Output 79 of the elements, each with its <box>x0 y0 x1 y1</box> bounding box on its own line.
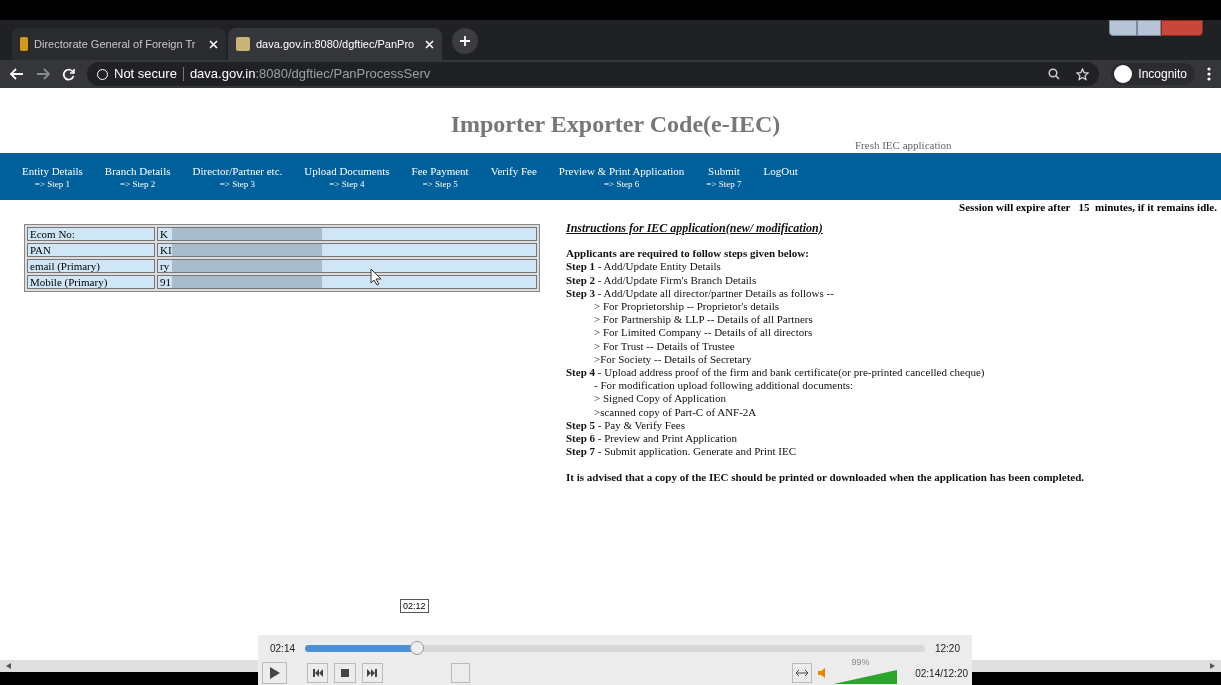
scroll-left-icon[interactable] <box>6 663 11 669</box>
nav-link[interactable]: Upload Documents => Step 4 <box>304 165 390 191</box>
back-arrow-icon[interactable] <box>10 68 24 80</box>
session-notice: Session will expire after 15 minutes, if it remains idle. <box>959 200 1217 214</box>
field-label: Mobile (Primary) <box>27 275 155 289</box>
instruction-step: Step 5 - Pay & Verify Fees <box>566 418 1085 433</box>
nav-link[interactable]: Branch Details => Step 2 <box>104 165 171 191</box>
forward-arrow-icon[interactable] <box>36 68 50 80</box>
previous-button[interactable] <box>307 663 329 683</box>
url-text: dava.gov.in:8080/dgftiec/PanProcessServ <box>189 65 431 84</box>
tab-title: dava.gov.in:8080/dgftiec/PanPro <box>256 36 416 52</box>
field-label: PAN <box>27 243 155 257</box>
reload-icon[interactable] <box>62 67 75 81</box>
instruction-detail: - For modification upload following additional documents: <box>593 379 855 393</box>
instruction-step: Step 7 - Submit application. Generate and Print IEC <box>566 445 1085 459</box>
page-title: Importer Exporter Code(e-IEC) <box>449 110 782 138</box>
instruction-detail: > For Partnership & LLP -- Details of all Partners <box>593 313 814 327</box>
seek-track[interactable] <box>305 644 925 652</box>
instruction-detail: > For Limited Company -- Details of all directors <box>593 326 814 340</box>
star-icon[interactable] <box>1076 67 1090 81</box>
nav-link[interactable]: LogOut <box>763 165 798 178</box>
advice-note: It is advised that a copy of the IEC should be printed or downloaded when the application has been completed. <box>566 471 1085 485</box>
search-icon[interactable] <box>1048 68 1061 80</box>
instructions-intro: Applicants are required to follow steps given below: <box>566 247 810 261</box>
play-icon <box>269 667 280 679</box>
field-label: Ecom No: <box>27 227 155 241</box>
instruction-detail: >For Society -- Details of Secretary <box>593 352 753 367</box>
instruction-step: Step 6 - Preview and Print Application <box>566 432 1085 446</box>
skip-forward-icon <box>367 669 378 677</box>
mouse-pointer-icon <box>370 268 382 286</box>
menu-icon[interactable] <box>1207 67 1211 81</box>
skip-back-icon <box>312 669 323 677</box>
new-tab-button[interactable] <box>452 28 478 54</box>
horizontal-scrollbar[interactable] <box>0 660 258 672</box>
instruction-detail: > For Proprietorship -- Proprietor's details <box>593 300 781 314</box>
instruction-detail: > For Trust -- Details of Trustee <box>593 339 736 353</box>
nav-link[interactable]: Director/Partner etc. => Step 3 <box>192 165 283 191</box>
elapsed-time: 02:14 <box>270 641 296 656</box>
browser-tab[interactable]: dava.gov.in:8080/dgftiec/PanPro <box>228 28 442 60</box>
field-value: ry <box>159 260 171 272</box>
nav-link[interactable]: Submit => Step 7 <box>706 165 742 191</box>
duration-time: 12:20 <box>934 641 960 656</box>
volume-label: 99% <box>851 656 870 669</box>
time-tooltip: 02:12 <box>400 599 429 613</box>
stretch-button[interactable] <box>792 663 812 683</box>
instruction-step: Step 2 - Add/Update Firm's Branch Details <box>566 273 1085 287</box>
nav-link[interactable]: Verify Fee <box>490 165 537 178</box>
field-value: KI <box>159 244 172 256</box>
plus-icon <box>459 35 471 47</box>
close-icon[interactable] <box>209 39 218 49</box>
page-subtitle: Fresh IEC application <box>855 138 952 153</box>
scroll-right-icon[interactable] <box>1210 663 1215 669</box>
instruction-detail: > Signed Copy of Application <box>593 392 728 406</box>
security-label: Not secure <box>114 65 177 84</box>
instruction-detail: >scanned copy of Part-C of ANF-2A <box>593 405 758 419</box>
profile-button[interactable]: Incognito <box>1111 63 1195 85</box>
nav-link[interactable]: Fee Payment => Step 5 <box>411 165 469 191</box>
double-arrow-icon <box>795 670 808 676</box>
speaker-icon <box>817 668 828 678</box>
field-value: K <box>159 228 169 240</box>
stop-icon <box>341 669 349 677</box>
seek-handle[interactable] <box>409 640 424 655</box>
address-field[interactable]: Not secure dava.gov.in:8080/dgftiec/PanProcessServ <box>87 62 1100 86</box>
nav-link[interactable]: Preview & Print Application => Step 6 <box>558 165 685 191</box>
horizontal-scrollbar[interactable] <box>972 660 1221 672</box>
nav-link[interactable]: Entity Details => Step 1 <box>22 165 83 191</box>
field-value: 91 <box>159 276 172 288</box>
stop-button[interactable] <box>334 663 356 683</box>
tab-title: Directorate General of Foreign Tr <box>34 36 197 52</box>
play-button[interactable] <box>262 662 288 684</box>
close-icon[interactable] <box>425 39 434 49</box>
instructions-title: Instructions for IEC application(new/ modification) <box>566 222 824 236</box>
instruction-step: Step 4 - Upload address proof of the firm and bank certificate(or pre-printed cancelled cheque) <box>566 366 1085 380</box>
field-label: email (Primary) <box>27 259 155 273</box>
browser-tab[interactable]: Directorate General of Foreign Tr <box>12 28 226 60</box>
playback-clock: 02:14/12:20 <box>915 666 968 681</box>
instruction-step: Step 1 - Add/Update Entity Details <box>566 260 1085 274</box>
instruction-step: Step 3 - Add/Update all director/partner Details as follows -- <box>566 286 1085 300</box>
next-button[interactable] <box>361 663 383 683</box>
